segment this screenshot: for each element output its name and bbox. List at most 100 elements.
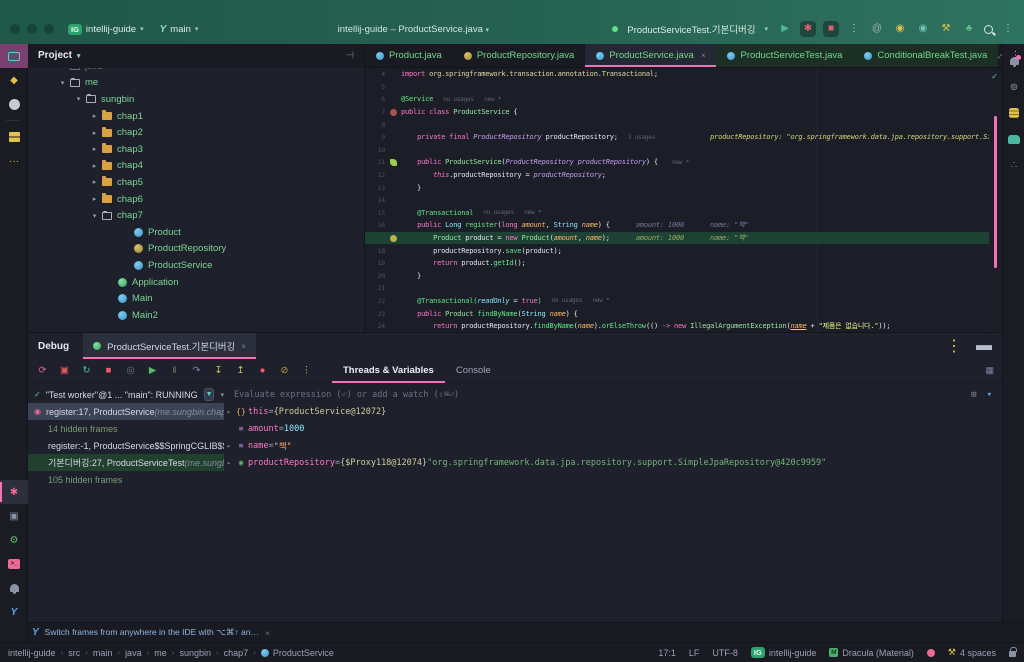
code-line-10[interactable]: 10 — [365, 144, 1002, 157]
tree-chevron-icon[interactable]: ▸ — [90, 178, 99, 186]
frame-row[interactable]: ◉register:17, ProductService (me.sungbin… — [28, 403, 224, 420]
breadcrumb-src[interactable]: src — [68, 648, 80, 658]
mentions-icon[interactable]: @ — [869, 21, 885, 37]
database-icon[interactable] — [1003, 100, 1024, 126]
more-icon[interactable]: ⋮ — [846, 21, 862, 37]
tree-item-chap4[interactable]: ▸chap4 — [28, 158, 364, 175]
indent-setting[interactable]: 4 spaces — [960, 648, 996, 658]
show-execution-point-icon[interactable]: ◎ — [124, 366, 137, 376]
hide-panel-icon[interactable]: ▬ — [976, 337, 992, 355]
project-panel-header[interactable]: Project ▾ ⊣ — [28, 44, 364, 68]
tree-item-product[interactable]: Product — [28, 224, 364, 241]
variable-row[interactable]: ▸◉productRepository = {$Proxy118@12074} … — [224, 454, 1002, 471]
code-line-24[interactable]: 24 return productRepository.findByName(n… — [365, 320, 1002, 332]
gutter-icon-cell[interactable] — [385, 159, 401, 166]
evaluate-expression-input[interactable]: Evaluate expression (⏎) or add a watch (… — [234, 390, 459, 400]
frame-row[interactable]: register:-1, ProductService$$SpringCGLIB… — [28, 437, 224, 454]
zoom-window-icon[interactable] — [44, 24, 54, 34]
code-line-20[interactable]: 20 } — [365, 270, 1002, 283]
pause-icon[interactable]: ‖ — [168, 366, 181, 376]
close-icon[interactable]: × — [241, 342, 246, 351]
tree-chevron-icon[interactable]: ▸ — [90, 195, 99, 203]
variable-row[interactable]: ▸≡name = "책" — [224, 437, 1002, 454]
view-breakpoints-icon[interactable]: ● — [256, 366, 269, 376]
minimize-window-icon[interactable] — [27, 24, 37, 34]
more-icon[interactable]: ⋮ — [300, 366, 313, 376]
branch-widget[interactable]: Y main ▾ — [160, 24, 199, 35]
gutter-icon-cell[interactable] — [385, 109, 401, 116]
expand-chevron-icon[interactable]: ▸ — [224, 442, 234, 450]
terminal-tool-icon[interactable]: >_ — [0, 552, 28, 576]
stop-session-icon[interactable]: ■ — [823, 21, 839, 37]
tree-item-chap3[interactable]: ▸chap3 — [28, 141, 364, 158]
git-tool-icon[interactable]: Y — [0, 600, 28, 624]
tree-item-me[interactable]: ▾me — [28, 75, 364, 92]
add-watch-icon[interactable]: ⊞ — [971, 390, 976, 400]
tree-item-productrepository[interactable]: ProductRepository — [28, 241, 364, 258]
code-line-15[interactable]: 15 @Transactionalno usages new * — [365, 207, 1002, 220]
scrollbar-thumb[interactable] — [994, 116, 997, 268]
file-encoding[interactable]: UTF-8 — [712, 648, 738, 658]
tab-ProductRepository.java[interactable]: ProductRepository.java — [453, 44, 586, 67]
status-project-name[interactable]: intellij-guide — [769, 648, 817, 658]
thread-row[interactable]: ✓ "Test worker"@1 ... "main": RUNNING ▼ … — [28, 386, 224, 403]
mute-breakpoints-icon[interactable]: ⊘ — [278, 366, 291, 376]
caret-position[interactable]: 17:1 — [658, 648, 676, 658]
breadcrumb-sungbin[interactable]: sungbin — [179, 648, 211, 658]
tree-chevron-icon[interactable]: ▾ — [58, 68, 67, 70]
expand-chevron-icon[interactable]: ▸ — [224, 459, 234, 467]
collapse-panel-icon[interactable]: ⊣ — [346, 50, 354, 61]
restore-layout-icon[interactable]: ▦ — [985, 365, 994, 376]
code-line-4[interactable]: 4import org.springframework.transaction.… — [365, 68, 1002, 81]
code-line-6[interactable]: 6@Serviceno usages new * — [365, 93, 1002, 106]
services-tool-icon[interactable]: ▣ — [0, 504, 28, 528]
debug-session-icon[interactable]: ✱ — [800, 21, 816, 37]
project-tool-icon[interactable] — [0, 44, 28, 68]
error-stripe[interactable]: ✓ — [989, 68, 1002, 332]
debug-options-icon[interactable]: ⋮ — [946, 336, 962, 356]
expand-chevron-icon[interactable]: ▸ — [224, 408, 234, 416]
breadcrumb-intellij-guide[interactable]: intellij-guide — [8, 648, 56, 658]
tab-console[interactable]: Console — [445, 359, 502, 383]
variable-row[interactable]: ▸{}this = {ProductService@12072} — [224, 403, 1002, 420]
tab-ProductService.java[interactable]: ProductService.java× — [585, 44, 716, 67]
step-over-icon[interactable]: ▶ — [146, 366, 159, 376]
tree-item-chap2[interactable]: ▸chap2 — [28, 124, 364, 141]
tree-chevron-icon[interactable]: ▸ — [90, 129, 99, 137]
code-line-23[interactable]: 23 public Product findByName(String name… — [365, 307, 1002, 320]
code-vision-hint[interactable]: no usages new * — [483, 209, 541, 216]
step-out-icon[interactable]: ↥ — [234, 366, 247, 376]
tools-icon[interactable]: ⚒ — [938, 21, 954, 37]
code-line-5[interactable]: 5 — [365, 81, 1002, 94]
frame-row[interactable]: 105 hidden frames — [28, 471, 224, 488]
commit-tool-icon[interactable]: ◆ — [0, 68, 28, 92]
code-vision-hint[interactable]: no usages new * — [443, 96, 501, 103]
tree-chevron-icon[interactable]: ▸ — [90, 112, 99, 120]
window-controls[interactable] — [10, 24, 54, 34]
frame-row[interactable]: 기본디버깅:27, ProductServiceTest (me.sungbin… — [28, 454, 224, 471]
line-separator[interactable]: LF — [689, 648, 700, 658]
more2-icon[interactable]: ⋮ — [1000, 21, 1016, 37]
users-icon[interactable]: ◉ — [892, 21, 908, 37]
gutter-icon-cell[interactable] — [385, 235, 401, 242]
notifications-tool-icon[interactable] — [0, 576, 28, 600]
tab-Product.java[interactable]: Product.java — [365, 44, 453, 67]
tree-item-productservice[interactable]: ProductService — [28, 257, 364, 274]
tree-item-chap5[interactable]: ▸chap5 — [28, 174, 364, 191]
tab-threads-variables[interactable]: Threads & Variables — [332, 359, 445, 383]
code-line-18[interactable]: 18 productRepository.save(product); — [365, 244, 1002, 257]
project-widget[interactable]: IG intellij-guide ▾ — [68, 24, 144, 35]
close-window-icon[interactable] — [10, 24, 20, 34]
code-line-14[interactable]: 14 — [365, 194, 1002, 207]
tree-chevron-icon[interactable]: ▸ — [90, 162, 99, 170]
github-icon[interactable] — [0, 92, 28, 116]
breadcrumb-ProductService[interactable]: ProductService — [261, 648, 334, 658]
code-editor[interactable]: 4import org.springframework.transaction.… — [365, 68, 1002, 332]
close-tab-icon[interactable]: × — [701, 51, 706, 60]
resume-icon[interactable]: ↻ — [80, 366, 93, 376]
tab-ConditionalBreakTest.java[interactable]: ConditionalBreakTest.java — [853, 44, 998, 67]
inspections-ok-icon[interactable]: ✓ — [991, 72, 998, 81]
tree-chevron-icon[interactable]: ▾ — [58, 79, 67, 87]
variable-row[interactable]: ≡amount = 1000 — [224, 420, 1002, 437]
code-with-me-icon[interactable]: ♣ — [961, 21, 977, 37]
